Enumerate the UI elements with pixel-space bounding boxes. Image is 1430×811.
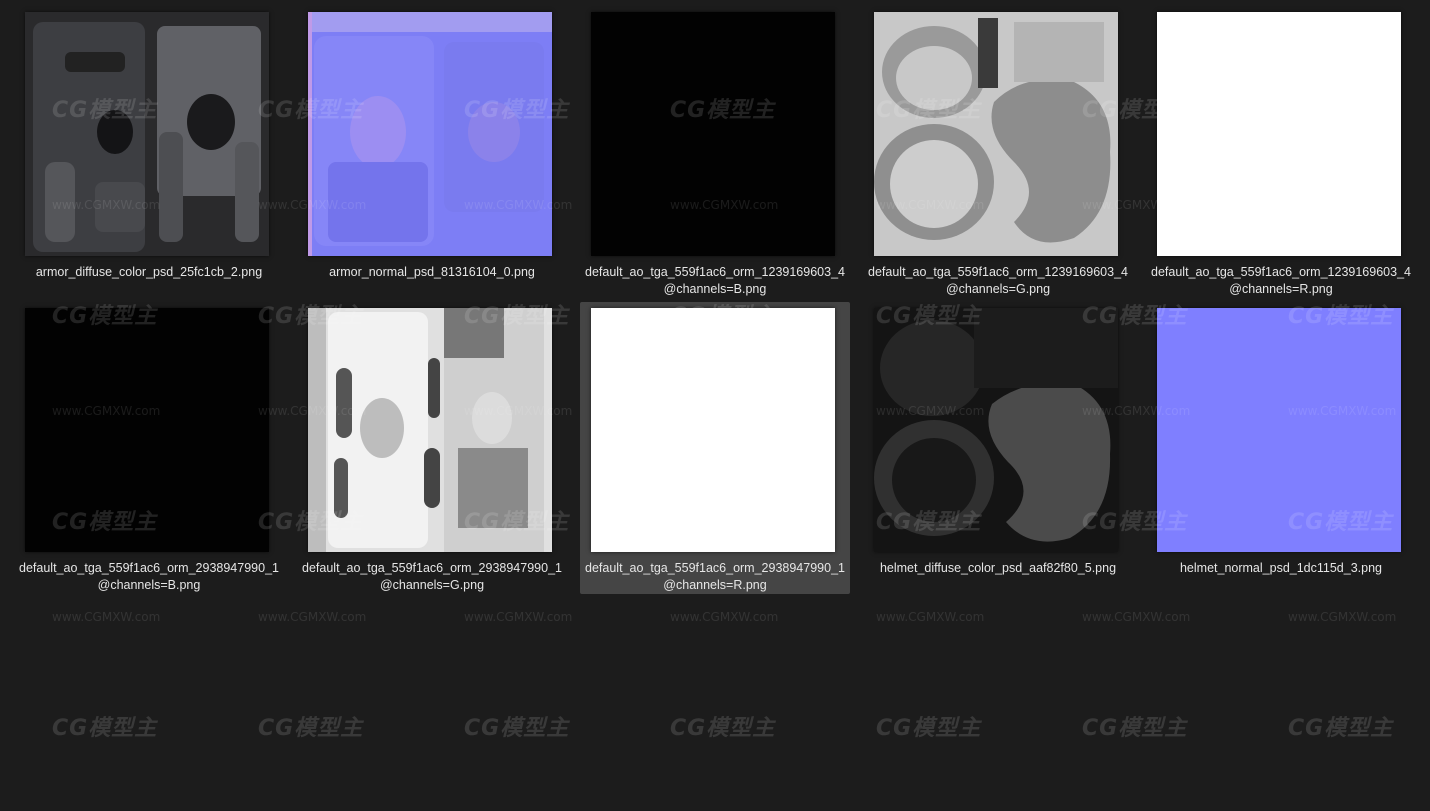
file-thumbnail-orm-1239-r[interactable]: default_ao_tga_559f1ac6_orm_1239169603_4… [1146,6,1416,298]
file-name-line-2: @channels=B.png [663,282,767,296]
file-thumbnail-orm-1239-b[interactable]: default_ao_tga_559f1ac6_orm_1239169603_4… [580,6,850,298]
file-thumbnail-helmet-normal[interactable]: helmet_normal_psd_1dc115d_3.png [1146,302,1416,594]
file-thumbnail-armor-diffuse[interactable]: armor_diffuse_color_psd_25fc1cb_2.png [14,6,284,298]
file-name-line-1: armor_normal_psd_81316104_0.png [329,265,535,279]
texture-preview-image [874,308,1118,552]
file-name-label: default_ao_tga_559f1ac6_orm_1239169603_4… [1146,264,1416,298]
file-name-label: default_ao_tga_559f1ac6_orm_2938947990_1… [14,560,284,594]
file-thumbnail-helmet-diffuse[interactable]: helmet_diffuse_color_psd_aaf82f80_5.png [863,302,1133,594]
file-name-line-1: armor_diffuse_color_psd_25fc1cb_2.png [35,265,263,279]
texture-preview-image [25,308,269,552]
texture-preview-image [1157,12,1401,256]
file-name-line-1: default_ao_tga_559f1ac6_orm_1239169603_4 [1151,265,1411,279]
thumbnail-grid: armor_diffuse_color_psd_25fc1cb_2.png arm… [0,0,1430,811]
file-name-line-2: @channels=G.png [379,578,485,592]
file-name-label: default_ao_tga_559f1ac6_orm_2938947990_1… [580,560,850,594]
file-thumbnail-orm-2938-r[interactable]: default_ao_tga_559f1ac6_orm_2938947990_1… [580,302,850,594]
file-name-label: armor_diffuse_color_psd_25fc1cb_2.png [14,264,284,281]
file-name-line-2: @channels=R.png [663,578,767,592]
file-name-line-2: @channels=R.png [1229,282,1333,296]
texture-preview-image [25,12,269,256]
file-name-label: helmet_normal_psd_1dc115d_3.png [1146,560,1416,577]
file-thumbnail-orm-2938-g[interactable]: default_ao_tga_559f1ac6_orm_2938947990_1… [297,302,567,594]
file-thumbnail-orm-1239-g[interactable]: default_ao_tga_559f1ac6_orm_1239169603_4… [863,6,1133,298]
texture-preview-image [874,12,1118,256]
file-name-label: armor_normal_psd_81316104_0.png [297,264,567,281]
file-name-line-1: default_ao_tga_559f1ac6_orm_1239169603_4 [868,265,1128,279]
file-name-label: default_ao_tga_559f1ac6_orm_2938947990_1… [297,560,567,594]
file-name-line-2: @channels=G.png [945,282,1051,296]
file-name-label: helmet_diffuse_color_psd_aaf82f80_5.png [863,560,1133,577]
texture-preview-image [1157,308,1401,552]
texture-preview-image [308,12,552,256]
file-name-line-1: helmet_diffuse_color_psd_aaf82f80_5.png [879,561,1117,575]
file-thumbnail-orm-2938-b[interactable]: default_ao_tga_559f1ac6_orm_2938947990_1… [14,302,284,594]
file-name-label: default_ao_tga_559f1ac6_orm_1239169603_4… [580,264,850,298]
file-name-line-1: default_ao_tga_559f1ac6_orm_1239169603_4 [585,265,845,279]
file-name-line-1: default_ao_tga_559f1ac6_orm_2938947990_1 [19,561,279,575]
texture-preview-image [591,12,835,256]
texture-preview-image [308,308,552,552]
texture-preview-image [591,308,835,552]
file-name-line-1: default_ao_tga_559f1ac6_orm_2938947990_1 [302,561,562,575]
file-name-line-1: helmet_normal_psd_1dc115d_3.png [1179,561,1382,575]
file-thumbnail-armor-normal[interactable]: armor_normal_psd_81316104_0.png [297,6,567,298]
file-name-line-1: default_ao_tga_559f1ac6_orm_2938947990_1 [585,561,845,575]
file-name-line-2: @channels=B.png [97,578,201,592]
file-name-label: default_ao_tga_559f1ac6_orm_1239169603_4… [863,264,1133,298]
